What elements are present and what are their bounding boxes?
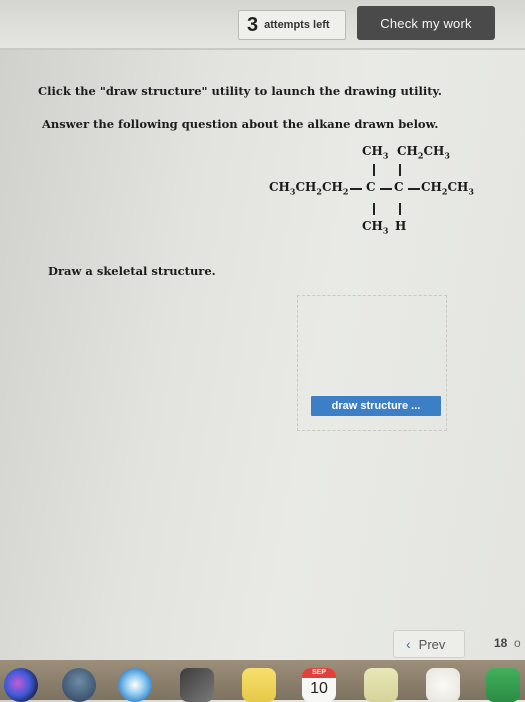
launchpad-icon[interactable] [62,668,96,702]
chevron-left-icon: ‹ [406,636,411,652]
bond-chain-3 [408,188,420,190]
stickies-icon[interactable] [364,668,398,702]
bond-bottom-left [373,203,375,215]
main-chain-left: CH3CH2CH2 [269,180,349,197]
bond-top-right [399,164,401,176]
numbers-icon[interactable] [486,668,520,702]
bond-bottom-right [399,203,401,215]
page-next-hint: o [514,636,521,650]
page-number: 18 [494,636,508,650]
skeletal-prompt: Draw a skeletal structure. [48,264,216,278]
tertiary-carbon: C [394,180,404,194]
siri-icon[interactable] [4,668,38,702]
bond-top-left [373,164,375,176]
main-chain-right: CH2CH3 [421,180,474,197]
calendar-day: 10 [310,680,328,697]
substituent-top-right: CH2CH3 [397,144,450,161]
prev-button[interactable]: ‹ Prev [393,630,465,658]
calendar-month: SEP [302,668,336,678]
prev-label: Prev [418,636,446,652]
substituent-top-left: CH3 [362,144,389,161]
substituent-bottom-right: H [395,219,407,233]
photos-icon[interactable] [426,668,460,702]
alkane-structure: CH3 CH2CH3 CH3CH2CH2 C C CH2CH3 CH3 H [0,0,525,260]
safari-icon[interactable] [118,668,152,702]
bond-chain-2 [380,188,392,190]
draw-structure-button[interactable]: draw structure ... [311,396,441,416]
preview-icon[interactable] [180,668,214,702]
quaternary-carbon: C [366,180,376,194]
substituent-bottom-left: CH3 [362,219,389,236]
bond-chain-1 [350,188,362,190]
notes-icon[interactable] [242,668,276,702]
